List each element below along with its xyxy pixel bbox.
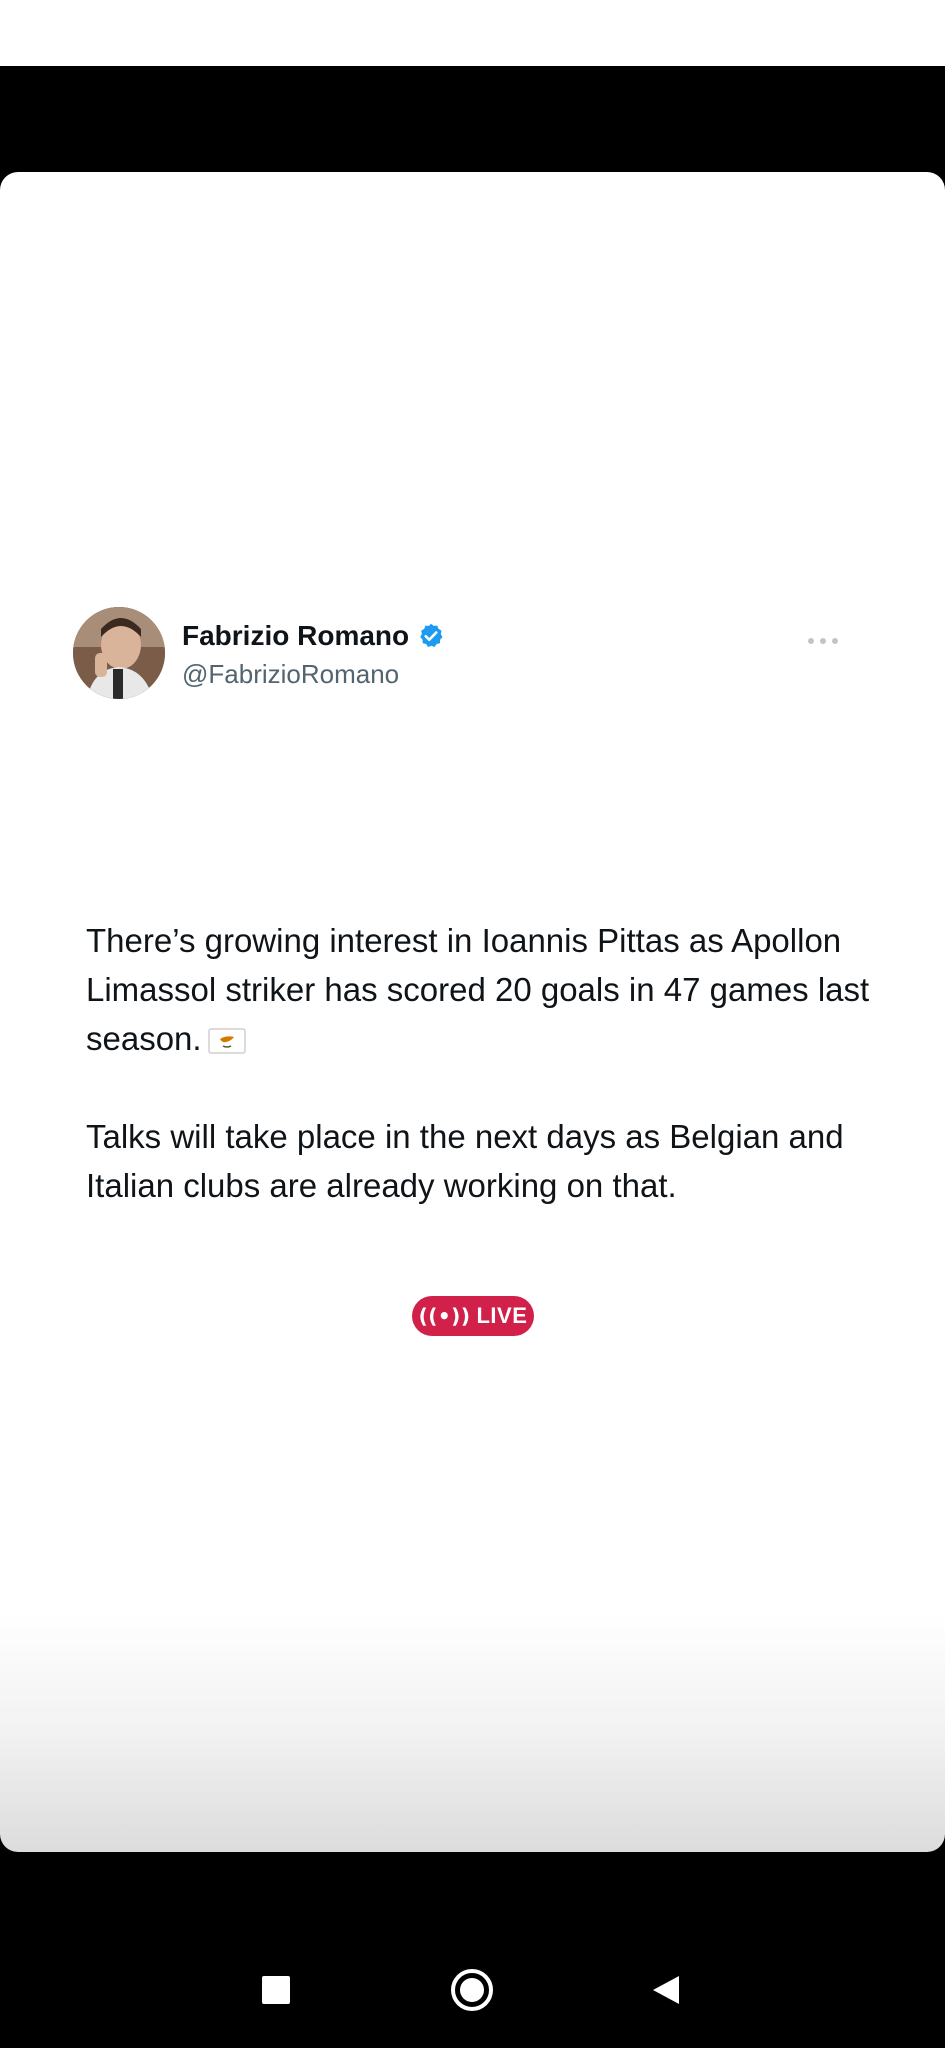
name-line: Fabrizio Romano <box>182 619 445 653</box>
handle[interactable]: @FabrizioRomano <box>182 659 399 690</box>
square-icon <box>262 1976 290 2004</box>
display-name[interactable]: Fabrizio Romano <box>182 620 409 652</box>
back-triangle-icon <box>653 1976 679 2004</box>
back-button[interactable] <box>636 1940 696 2040</box>
tweet-paragraph-text: There’s growing interest in Ioannis Pitt… <box>86 922 870 1057</box>
live-label: LIVE <box>476 1303 528 1328</box>
cyprus-flag-icon <box>207 1018 246 1054</box>
tweet-header: Fabrizio Romano @FabrizioRomano <box>73 607 873 707</box>
tweet-card: Fabrizio Romano @FabrizioRomano There’s … <box>0 172 945 1852</box>
status-bar-area <box>0 0 945 66</box>
home-button[interactable] <box>442 1940 502 2040</box>
android-navigation-bar <box>0 1940 945 2040</box>
tweet-paragraph: Talks will take place in the next days a… <box>86 1118 844 1204</box>
recents-button[interactable] <box>246 1940 306 2040</box>
tweet-text: There’s growing interest in Ioannis Pitt… <box>86 916 886 1210</box>
tweet-paragraph: There’s growing interest in Ioannis Pitt… <box>86 916 886 1063</box>
avatar[interactable] <box>73 607 165 699</box>
home-circle-icon <box>451 1969 493 2011</box>
live-badge[interactable]: ((•)) LIVE <box>412 1296 534 1336</box>
verified-badge-icon <box>417 622 445 650</box>
live-broadcast-icon: ((•)) <box>418 1304 471 1328</box>
more-options-icon[interactable] <box>803 634 843 648</box>
